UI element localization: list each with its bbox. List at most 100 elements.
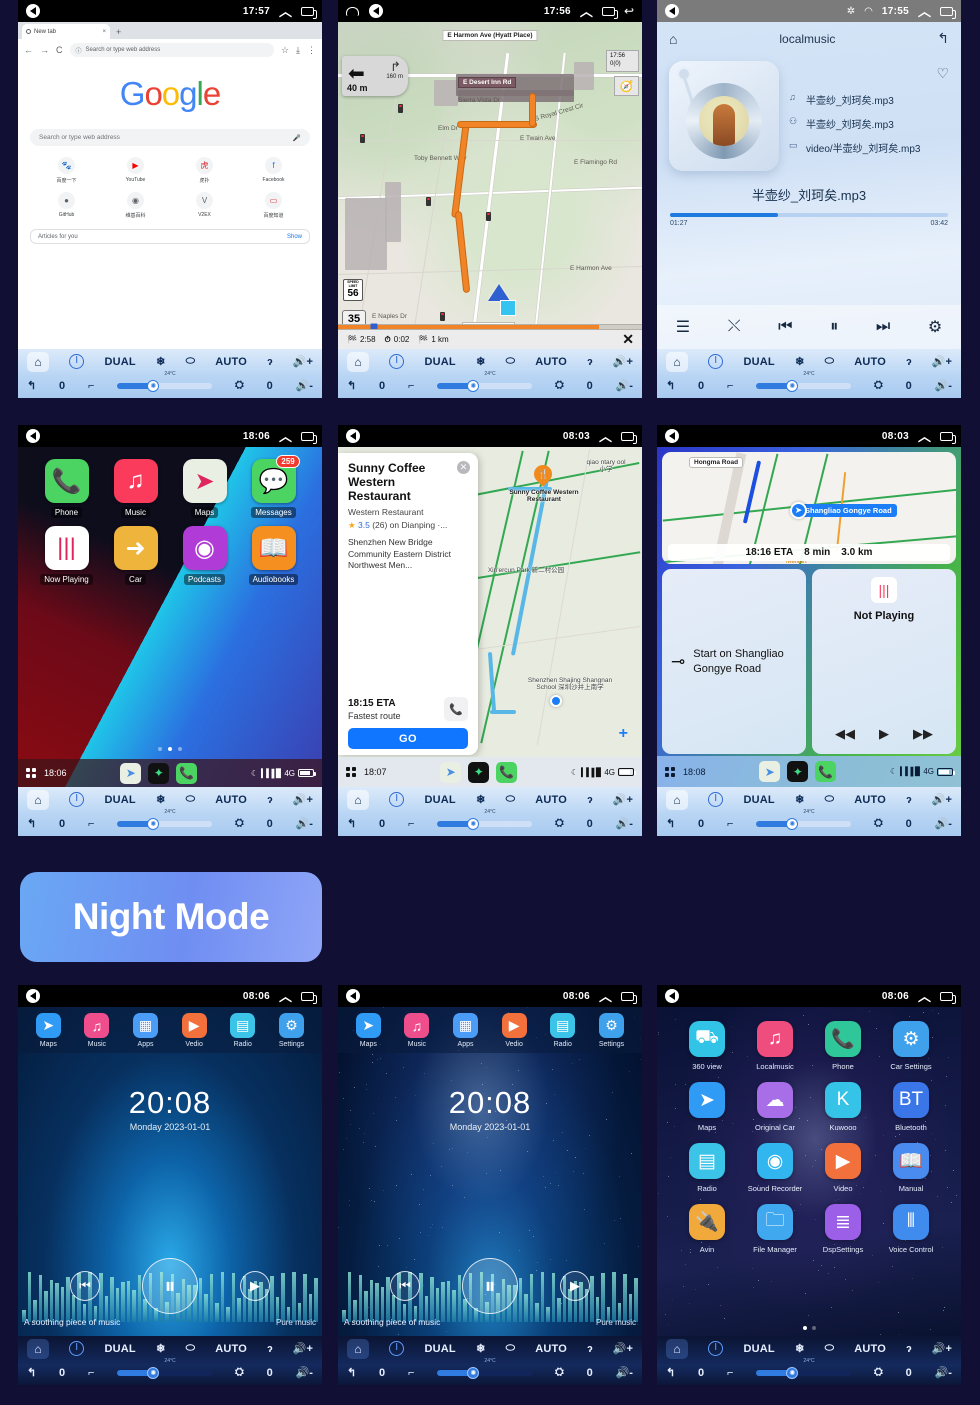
carplay-app-audiobooks[interactable]: 📖 Audiobooks (249, 526, 299, 585)
seat-heat-icon[interactable]: ⛭ (235, 1366, 244, 1379)
auto-button[interactable]: AUTO (215, 356, 247, 368)
volume-down-button[interactable]: 🔊 - (616, 379, 633, 392)
panel-night-launcher-a[interactable]: 08:06 ︿ ➤ Maps ♫ Music ▦ Apps ▶ Vedio ▤ Radio ⚙ Set… (18, 985, 322, 1385)
snowflake-icon[interactable]: ❄ (156, 1342, 165, 1355)
snowflake-icon[interactable]: ❄ (476, 355, 485, 368)
auto-button[interactable]: AUTO (854, 356, 886, 368)
fan-slider-knob[interactable]: ✺ (467, 380, 479, 392)
compass-icon[interactable]: 🧭 (614, 76, 639, 96)
pause-icon[interactable]: ⏸ (462, 1258, 518, 1314)
previous-icon[interactable]: ⏮ (390, 1271, 420, 1301)
volume-down-button[interactable]: 🔊 - (935, 817, 952, 830)
playback-progress-slider[interactable] (670, 213, 948, 217)
fan-speed-slider[interactable]: ✺ (756, 383, 851, 389)
download-icon[interactable]: ⤓ (296, 45, 300, 56)
panel-music[interactable]: ✲ ◠ 17:55 ︿ ⌂ localmusic ↰ ♡ ♫ 半壶纱_刘珂矣.m… (657, 0, 961, 398)
left-temp-value[interactable]: 0 (379, 1367, 385, 1379)
seat-icon[interactable]: ⌐ (408, 1367, 414, 1379)
power-icon[interactable] (389, 1341, 404, 1356)
fan-speed-slider[interactable]: ✺ (117, 383, 212, 389)
carplay-app-messages[interactable]: 💬 259 Messages (251, 459, 295, 518)
seat-heat-icon[interactable]: ⛭ (874, 1366, 883, 1379)
right-temp-value[interactable]: 0 (587, 380, 593, 392)
dual-button[interactable]: DUAL (105, 794, 136, 806)
dual-button[interactable]: DUAL (425, 1343, 456, 1355)
left-temp-value[interactable]: 0 (379, 380, 385, 392)
chevron-up-icon[interactable]: ︿ (918, 5, 931, 18)
home-button[interactable]: ⌂ (27, 790, 49, 810)
browser-tab[interactable]: New tab × (22, 24, 110, 39)
volume-up-button[interactable]: 🔊 + (613, 793, 633, 806)
next-icon[interactable]: ▶ (560, 1271, 590, 1301)
music-card[interactable]: ||| Not Playing ◀◀ ▶ ▶▶ (812, 569, 956, 754)
airflow-face-icon[interactable]: ɂ (267, 794, 272, 806)
night-app-music[interactable]: ♫ Music (404, 1013, 429, 1048)
left-temp-value[interactable]: 0 (379, 818, 385, 830)
recents-icon[interactable] (301, 7, 314, 16)
dock-assistant-icon[interactable]: ✦ (148, 763, 169, 784)
plus-icon[interactable]: + (619, 725, 628, 743)
carplay-app-car[interactable]: ➜ Car (114, 526, 158, 585)
back-arrow-icon[interactable]: ↰ (27, 817, 36, 830)
browser-omnibar[interactable]: ← → C ⓘ Search or type web address ☆ ⤓ ⋮ (18, 39, 322, 61)
rear-defrost-icon[interactable]: ⬭ (506, 355, 515, 368)
seat-heat-icon[interactable]: ⛭ (235, 379, 244, 392)
dock-maps-icon[interactable]: ➤ (759, 761, 780, 782)
back-arrow-icon[interactable]: ↰ (666, 817, 675, 830)
rear-defrost-icon[interactable]: ⬭ (186, 355, 195, 368)
next-icon[interactable]: ▶ (240, 1271, 270, 1301)
chevron-up-icon[interactable]: ︿ (918, 990, 931, 1003)
night-launcher-screen[interactable]: ➤ Maps ♫ Music ▦ Apps ▶ Vedio ▤ Radio ⚙ Settings 20… (338, 1007, 642, 1336)
volume-down-button[interactable]: 🔊 - (616, 817, 633, 830)
back-circle-icon[interactable] (26, 989, 40, 1003)
pause-icon[interactable]: ⏸ (142, 1258, 198, 1314)
seat-heat-icon[interactable]: ⛭ (235, 817, 244, 830)
back-arrow-icon[interactable]: ↰ (347, 1366, 356, 1379)
bookmark-star-icon[interactable]: ☆ (281, 45, 289, 56)
night-app-radio[interactable]: ▤ Radio (550, 1013, 575, 1048)
night-apps-screen[interactable]: ⛟ 360 view ♫ Localmusic 📞 Phone ⚙ Car Settings ➤… (657, 1007, 961, 1336)
airflow-face-icon[interactable]: ɂ (587, 356, 592, 368)
reload-icon[interactable]: C (56, 45, 63, 55)
power-icon[interactable] (69, 354, 84, 369)
fan-slider-knob[interactable]: ✺ (786, 380, 798, 392)
right-temp-value[interactable]: 0 (587, 818, 593, 830)
shortcut-3[interactable]: f Facebook (263, 157, 285, 184)
poi-detail-card[interactable]: Sunny Coffee Western Restaurant ✕ Wester… (338, 453, 478, 755)
night-app-vedio[interactable]: ▶ Vedio (502, 1013, 527, 1048)
articles-card[interactable]: Articles for you Show (30, 229, 310, 244)
dock-maps-icon[interactable]: ➤ (440, 762, 461, 783)
left-temp-value[interactable]: 0 (59, 1367, 65, 1379)
climate-bar[interactable]: ⌂ DUAL ❄ ⬭ AUTO ɂ 🔊 + 24°C ↰ 0 ⌐ ✺ ⛭ 0 🔊 - (18, 1336, 322, 1385)
carplay-dock[interactable]: 18:06 ➤ ✦ 📞 ☾ ▎▍▌▊ 4G (18, 759, 322, 787)
auto-button[interactable]: AUTO (215, 794, 247, 806)
microphone-icon[interactable]: 🎤 (293, 134, 301, 142)
panel-carplay-dashboard[interactable]: 08:03 ︿ Hongma Road Shangliao Gongye Roa… (657, 425, 961, 836)
chevron-up-icon[interactable]: ︿ (279, 430, 292, 443)
snowflake-icon[interactable]: ❄ (795, 793, 804, 806)
nav-bottom-bar[interactable]: 🏁 2:58 ⏱ 0:02 🏁 1 km ✕ (338, 329, 642, 349)
rear-defrost-icon[interactable]: ⬭ (186, 793, 195, 806)
seat-heat-icon[interactable]: ⛭ (555, 379, 564, 392)
left-temp-value[interactable]: 0 (59, 818, 65, 830)
night-app-localmusic[interactable]: ♫ Localmusic (756, 1021, 794, 1071)
chevron-up-icon[interactable]: ︿ (599, 430, 612, 443)
home-button[interactable]: ⌂ (347, 352, 369, 372)
snowflake-icon[interactable]: ❄ (476, 1342, 485, 1355)
volume-up-button[interactable]: 🔊 + (293, 793, 313, 806)
play-icon[interactable]: ▶ (879, 726, 889, 742)
dual-button[interactable]: DUAL (744, 794, 775, 806)
night-launcher-screen[interactable]: ➤ Maps ♫ Music ▦ Apps ▶ Vedio ▤ Radio ⚙ Settings 20… (18, 1007, 322, 1336)
rear-defrost-icon[interactable]: ⬭ (186, 1342, 195, 1355)
panel-browser[interactable]: 17:57 ︿ New tab × + ← → C ⓘ Search or ty… (18, 0, 322, 398)
shortcut-6[interactable]: V V2EX (196, 192, 213, 219)
night-app-original-car[interactable]: ☁ Original Car (755, 1082, 795, 1132)
night-app-radio[interactable]: ▤ Radio (689, 1143, 725, 1193)
volume-down-button[interactable]: 🔊 - (296, 379, 313, 392)
carplay-dock[interactable]: 18:08 ➤ ✦ 📞 ☾ ▎▍▌▊ 4G (657, 756, 961, 787)
shortcut-1[interactable]: ▶ YouTube (126, 157, 146, 184)
home-icon[interactable]: ⌂ (669, 31, 677, 47)
night-app-apps[interactable]: ▦ Apps (133, 1013, 158, 1048)
back-circle-icon[interactable] (665, 4, 679, 18)
back-arrow-icon[interactable]: ↰ (666, 1366, 675, 1379)
